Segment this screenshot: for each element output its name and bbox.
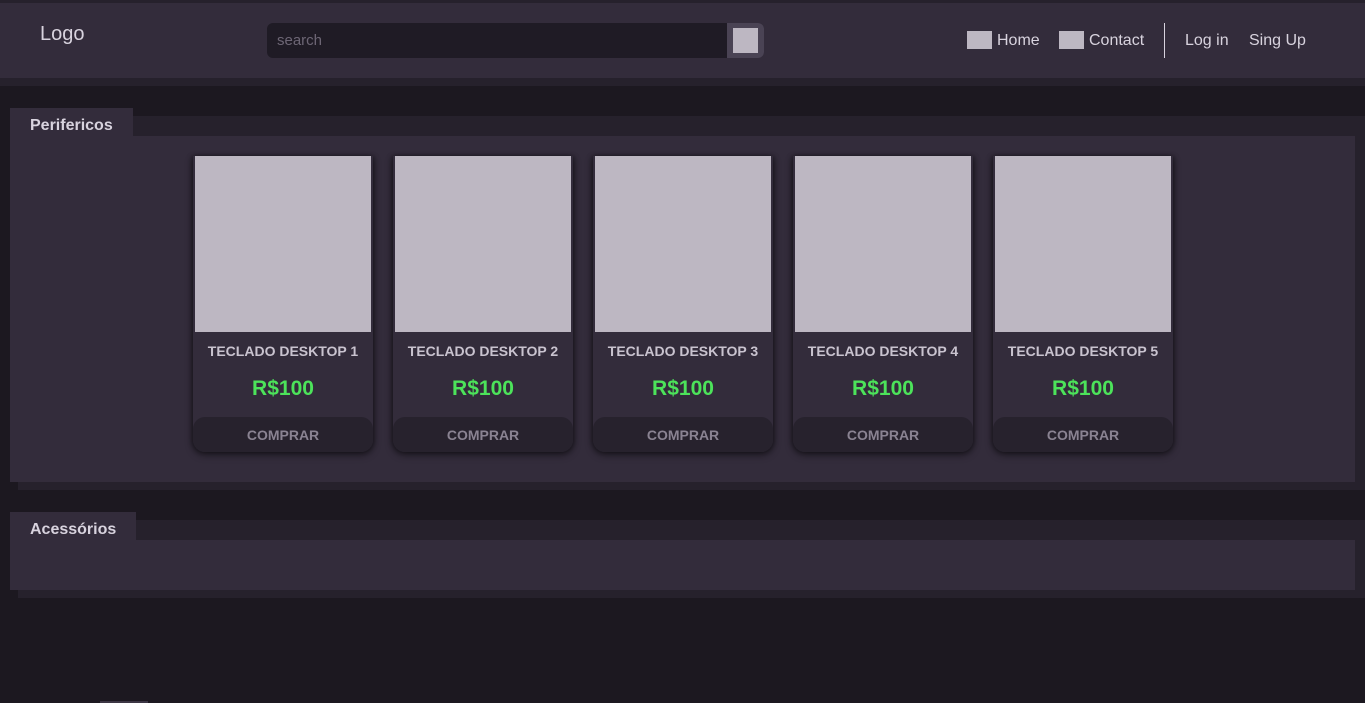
section-tab: Perifericos [10, 108, 133, 138]
search-icon [733, 28, 758, 53]
product-name: TECLADO DESKTOP 2 [407, 343, 559, 359]
logo[interactable]: Logo [40, 23, 85, 46]
home-icon [967, 31, 992, 49]
nav-divider [1164, 23, 1165, 58]
product-image[interactable] [795, 156, 971, 332]
buy-button[interactable]: COMPRAR [393, 417, 573, 452]
product-card: TECLADO DESKTOP 4 R$100 COMPRAR [793, 156, 973, 452]
signup-link[interactable]: Sing Up [1249, 31, 1306, 51]
product-name: TECLADO DESKTOP 1 [207, 343, 359, 359]
buy-button[interactable]: COMPRAR [793, 417, 973, 452]
product-card: TECLADO DESKTOP 3 R$100 COMPRAR [593, 156, 773, 452]
product-price: R$100 [452, 377, 514, 400]
buy-button[interactable]: COMPRAR [593, 417, 773, 452]
contact-icon [1059, 31, 1084, 49]
header-bar: Logo Home Contact Log in Sing Up [0, 3, 1365, 78]
nav-home-link[interactable]: Home [967, 31, 1040, 51]
site-header: Logo Home Contact Log in Sing Up [0, 0, 1365, 86]
search-input[interactable] [267, 23, 727, 58]
product-name: TECLADO DESKTOP 4 [807, 343, 959, 359]
buy-button[interactable]: COMPRAR [193, 417, 373, 452]
search-bar [267, 23, 764, 58]
product-price: R$100 [252, 377, 314, 400]
product-image[interactable] [595, 156, 771, 332]
buy-button[interactable]: COMPRAR [993, 417, 1173, 452]
section-body [10, 540, 1355, 590]
product-price: R$100 [852, 377, 914, 400]
section-title: Acessórios [30, 521, 117, 538]
login-link[interactable]: Log in [1185, 31, 1229, 51]
product-card: TECLADO DESKTOP 1 R$100 COMPRAR [193, 156, 373, 452]
product-price: R$100 [1052, 377, 1114, 400]
section-title: Perifericos [30, 117, 113, 134]
search-button[interactable] [727, 23, 764, 58]
nav-contact-link[interactable]: Contact [1059, 31, 1144, 51]
product-card: TECLADO DESKTOP 5 R$100 COMPRAR [993, 156, 1173, 452]
product-price: R$100 [652, 377, 714, 400]
product-image[interactable] [195, 156, 371, 332]
product-image[interactable] [995, 156, 1171, 332]
nav-home-label: Home [997, 32, 1040, 49]
section-tab: Acessórios [10, 512, 136, 542]
product-card: TECLADO DESKTOP 2 R$100 COMPRAR [393, 156, 573, 452]
product-name: TECLADO DESKTOP 3 [607, 343, 759, 359]
product-name: TECLADO DESKTOP 5 [1007, 343, 1159, 359]
product-image[interactable] [395, 156, 571, 332]
nav-contact-label: Contact [1089, 32, 1145, 49]
